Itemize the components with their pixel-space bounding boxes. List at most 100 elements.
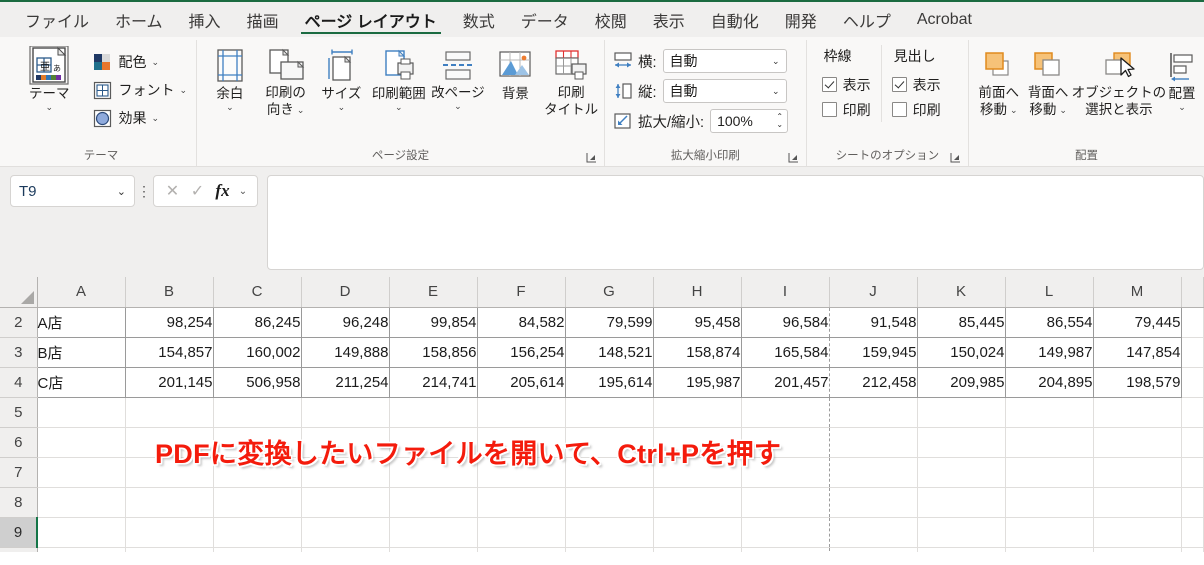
cell-D5[interactable] [301, 397, 390, 428]
cell-H3[interactable]: 158,874 [653, 337, 742, 368]
cell-N8[interactable] [1181, 487, 1204, 518]
cell-D10[interactable] [301, 547, 390, 552]
cell-M10[interactable] [1093, 547, 1182, 552]
cell-N7[interactable] [1181, 457, 1204, 488]
cell-N6[interactable] [1181, 427, 1204, 458]
cell-J7[interactable] [829, 457, 918, 488]
cell-K10[interactable] [917, 547, 1006, 552]
cell-K9[interactable] [917, 517, 1006, 548]
cell-G8[interactable] [565, 487, 654, 518]
cancel-formula-icon[interactable]: ✕ [160, 181, 185, 201]
cell-L7[interactable] [1005, 457, 1094, 488]
cell-G2[interactable]: 79,599 [565, 306, 654, 338]
cell-M2[interactable]: 79,445 [1093, 306, 1182, 338]
gridlines-print-row[interactable]: 印刷 [821, 97, 871, 122]
cell-L9[interactable] [1005, 517, 1094, 548]
cell-H10[interactable] [653, 547, 742, 552]
row-header-6[interactable]: 6 [0, 427, 38, 458]
cell-K6[interactable] [917, 427, 1006, 458]
row-header-10[interactable]: 10 [0, 547, 38, 552]
column-header-D[interactable]: D [301, 277, 390, 308]
row-header-5[interactable]: 5 [0, 397, 38, 428]
chevron-down-icon[interactable]: ⌄ [117, 185, 126, 198]
row-header-8[interactable]: 8 [0, 487, 38, 518]
cell-G9[interactable] [565, 517, 654, 548]
cell-E2[interactable]: 99,854 [389, 306, 478, 338]
cell-K8[interactable] [917, 487, 1006, 518]
chevron-down-icon[interactable]: ⌄ [151, 57, 159, 68]
cell-I5[interactable] [741, 397, 830, 428]
cell-L2[interactable]: 86,554 [1005, 306, 1094, 338]
cell-F2[interactable]: 84,582 [477, 306, 566, 338]
chevron-down-icon[interactable]: ⌄ [1010, 105, 1018, 115]
scale-height-combo[interactable]: 自動 ⌄ [662, 79, 787, 103]
chevron-down-icon[interactable]: ⌄ [45, 102, 53, 112]
cell-E9[interactable] [389, 517, 478, 548]
cell-E8[interactable] [389, 487, 478, 518]
chevron-down-icon[interactable]: ⌄ [338, 102, 346, 112]
cell-G3[interactable]: 148,521 [565, 337, 654, 368]
column-header-G[interactable]: G [565, 277, 654, 308]
cell-F5[interactable] [477, 397, 566, 428]
cell-A4[interactable]: C店 [36, 367, 126, 398]
cell-C3[interactable]: 160,002 [213, 337, 302, 368]
chevron-down-icon[interactable]: ⌄ [235, 186, 251, 197]
cell-F3[interactable]: 156,254 [477, 337, 566, 368]
cell-L5[interactable] [1005, 397, 1094, 428]
tab-automate[interactable]: 自動化 [698, 2, 772, 37]
chevron-down-icon[interactable]: ⌄ [1059, 105, 1067, 115]
scale-to-fit-dialog-launcher-icon[interactable] [788, 152, 799, 163]
row-header-9[interactable]: 9 [0, 517, 38, 548]
cell-A2[interactable]: A店 [36, 306, 126, 338]
cell-M8[interactable] [1093, 487, 1182, 518]
cell-C4[interactable]: 506,958 [213, 367, 302, 398]
cell-N5[interactable] [1181, 397, 1204, 428]
cell-K4[interactable]: 209,985 [917, 367, 1006, 398]
cell-H2[interactable]: 95,458 [653, 306, 742, 338]
chevron-down-icon[interactable]: ⌄ [179, 85, 187, 96]
column-header-F[interactable]: F [477, 277, 566, 308]
cell-D3[interactable]: 149,888 [301, 337, 390, 368]
cell-J4[interactable]: 212,458 [829, 367, 918, 398]
cell-K7[interactable] [917, 457, 1006, 488]
page-setup-dialog-launcher-icon[interactable] [586, 152, 597, 163]
cell-M3[interactable]: 147,854 [1093, 337, 1182, 368]
cell-B3[interactable]: 154,857 [125, 337, 214, 368]
cell-C2[interactable]: 86,245 [213, 306, 302, 338]
background-button[interactable]: 背景 [488, 45, 544, 102]
cell-J6[interactable] [829, 427, 918, 458]
cell-N10[interactable] [1181, 547, 1204, 552]
cell-D8[interactable] [301, 487, 390, 518]
cell-K2[interactable]: 85,445 [917, 306, 1006, 338]
cell-B4[interactable]: 201,145 [125, 367, 214, 398]
gridlines-print-checkbox[interactable] [821, 102, 837, 117]
cell-B9[interactable] [125, 517, 214, 548]
sheet-options-dialog-launcher-icon[interactable] [950, 152, 961, 163]
cell-I8[interactable] [741, 487, 830, 518]
column-header-A[interactable]: A [37, 277, 126, 308]
cell-N3[interactable] [1181, 337, 1204, 368]
cell-J3[interactable]: 159,945 [829, 337, 918, 368]
headings-view-checkbox[interactable] [891, 77, 907, 92]
headings-view-row[interactable]: 表示 [891, 72, 941, 97]
headings-print-row[interactable]: 印刷 [891, 97, 941, 122]
print-titles-button[interactable]: 印刷 タイトル [543, 45, 599, 118]
cell-M9[interactable] [1093, 517, 1182, 548]
cell-A3[interactable]: B店 [36, 337, 126, 368]
cell-L10[interactable] [1005, 547, 1094, 552]
cell-C8[interactable] [213, 487, 302, 518]
cell-C10[interactable] [213, 547, 302, 552]
headings-print-checkbox[interactable] [891, 102, 907, 117]
cell-E5[interactable] [389, 397, 478, 428]
cell-I3[interactable]: 165,584 [741, 337, 830, 368]
cell-J10[interactable] [829, 547, 918, 552]
cell-N2[interactable] [1181, 307, 1204, 338]
column-header-L[interactable]: L [1005, 277, 1094, 308]
cell-C5[interactable] [213, 397, 302, 428]
spinner-arrows-icon[interactable]: ⌃ ⌄ [776, 113, 783, 129]
cell-F4[interactable]: 205,614 [477, 367, 566, 398]
tab-developer[interactable]: 開発 [772, 2, 830, 37]
theme-button[interactable]: 亜 あ テーマ ⌄ [11, 45, 87, 112]
name-box[interactable]: T9 ⌄ [10, 175, 135, 207]
column-header-J[interactable]: J [829, 277, 918, 308]
